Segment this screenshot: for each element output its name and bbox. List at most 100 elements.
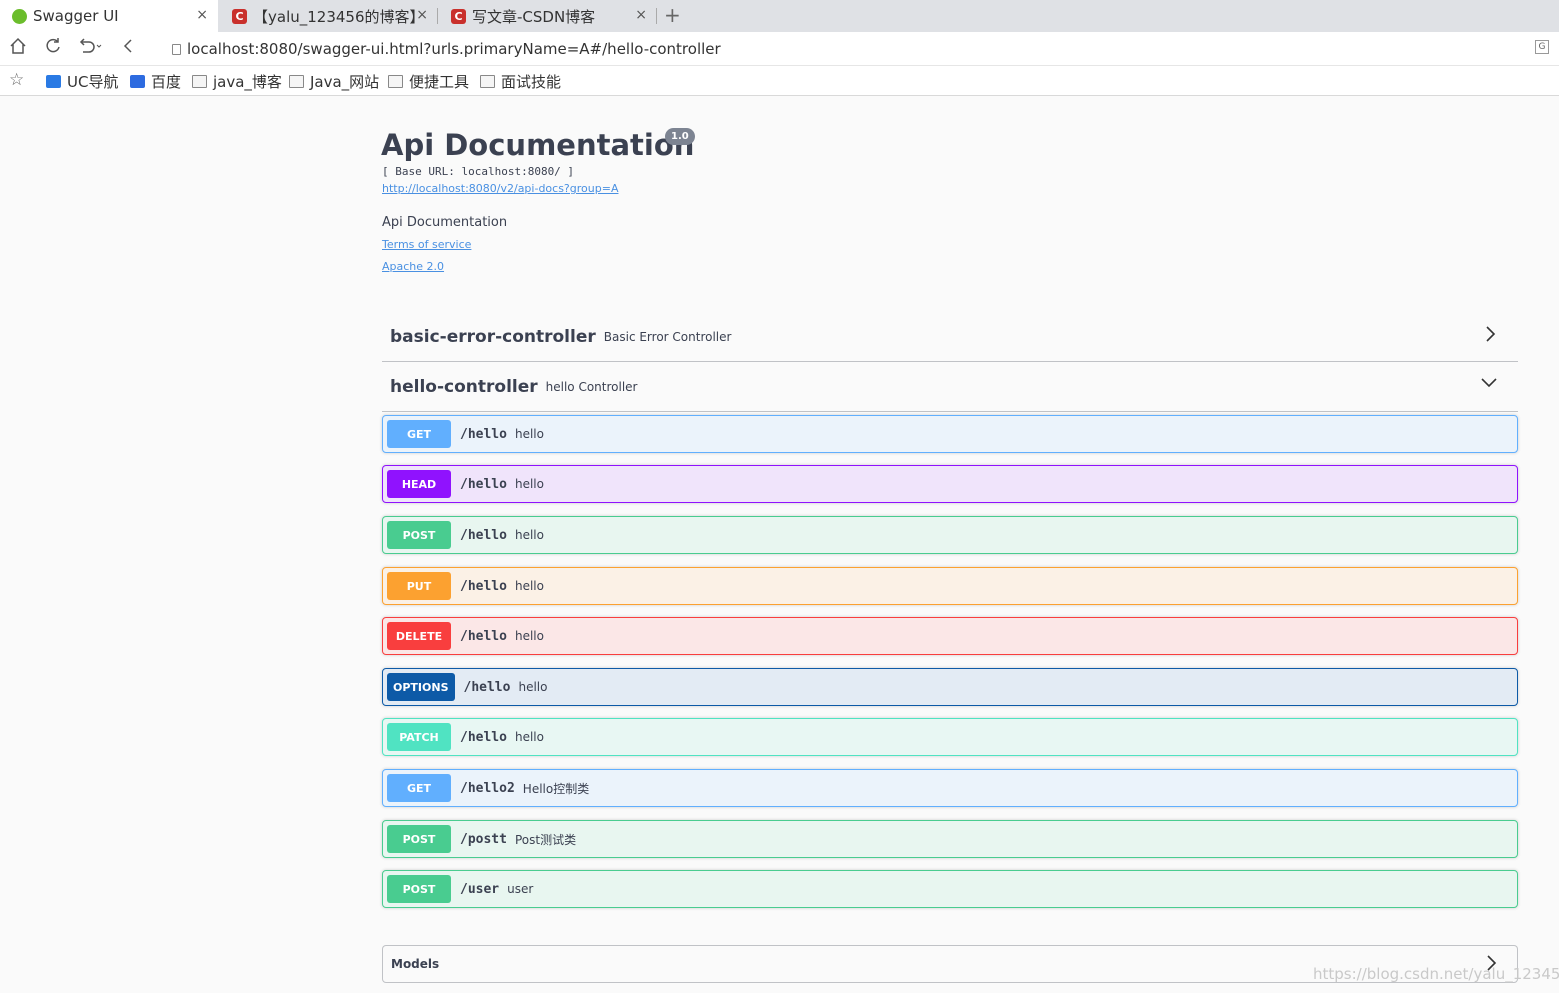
method-badge: HEAD (387, 470, 451, 498)
tab-csdn-write[interactable]: C 写文章-CSDN博客 × (439, 0, 657, 32)
method-badge: GET (387, 420, 451, 448)
uc-icon (46, 75, 61, 88)
tab-title: Swagger UI (33, 7, 119, 25)
bookmark-label: 便捷工具 (409, 73, 470, 91)
swagger-favicon-icon (12, 8, 27, 24)
bookmarks-bar: ☆ UC导航 百度 java_博客 Java_网站 便捷工具 面试技能 (0, 66, 1559, 96)
bookmark-java-site[interactable]: Java_网站 (289, 71, 379, 92)
method-badge: OPTIONS (387, 673, 455, 701)
operation-summary: hello (514, 528, 544, 542)
operation-path: /hello (463, 679, 511, 695)
bookmark-label: 面试技能 (501, 73, 562, 91)
operation-summary: hello (514, 427, 544, 441)
bookmark-baidu[interactable]: 百度 (130, 71, 181, 92)
operation-path: /hello (460, 578, 507, 594)
operation-get-hello[interactable]: GET /hello hello (382, 415, 1518, 453)
folder-icon (480, 75, 495, 88)
bookmark-interview[interactable]: 面试技能 (480, 71, 561, 92)
operation-post-user[interactable]: POST /user user (382, 870, 1518, 908)
csdn-favicon-icon: C (232, 8, 247, 24)
tag-description: hello Controller (545, 379, 638, 394)
bookmark-label: UC导航 (67, 73, 119, 91)
csdn-favicon-icon: C (451, 8, 466, 24)
operation-summary: hello (514, 579, 544, 593)
bookmark-star-icon[interactable]: ☆ (9, 70, 24, 90)
operation-path: /hello2 (460, 780, 515, 796)
operation-path: /hello (460, 476, 507, 492)
method-badge: POST (387, 825, 451, 853)
folder-icon (192, 75, 207, 88)
base-url: [ Base URL: localhost:8080/ ] (382, 165, 575, 178)
reload-icon[interactable] (44, 37, 62, 60)
tag-description: Basic Error Controller (603, 329, 732, 344)
url-field[interactable]: localhost:8080/swagger-ui.html?urls.prim… (172, 40, 721, 58)
terms-of-service-link[interactable]: Terms of service (382, 238, 471, 251)
operation-path: /hello (460, 628, 507, 644)
bookmark-uc-nav[interactable]: UC导航 (46, 71, 118, 92)
method-badge: POST (387, 875, 451, 903)
operation-put-hello[interactable]: PUT /hello hello (382, 567, 1518, 605)
method-badge: GET (387, 774, 451, 802)
translate-icon[interactable]: G (1535, 40, 1549, 54)
method-badge: PUT (387, 572, 451, 600)
bookmark-label: java_博客 (213, 73, 282, 91)
operation-head-hello[interactable]: HEAD /hello hello (382, 465, 1518, 503)
tag-hello-controller[interactable]: hello-controller hello Controller (382, 362, 1518, 412)
tab-yalu-blog[interactable]: C 【yalu_123456的博客】 × (220, 0, 438, 32)
tab-swagger-ui[interactable]: Swagger UI × (0, 0, 218, 32)
tag-name: hello-controller (390, 376, 538, 397)
undo-icon[interactable] (78, 37, 104, 60)
tab-title: 【yalu_123456的博客】 (253, 7, 425, 26)
operation-path: /postt (460, 831, 507, 847)
operation-path: /hello (460, 426, 507, 442)
method-badge: POST (387, 521, 451, 549)
bookmark-label: Java_网站 (310, 73, 380, 91)
operation-summary: hello (514, 477, 544, 491)
operation-summary: hello (514, 730, 544, 744)
url-text: localhost:8080/swagger-ui.html?urls.prim… (187, 40, 721, 58)
operation-summary: hello (518, 680, 548, 694)
baidu-icon (130, 75, 145, 88)
tab-title: 写文章-CSDN博客 (472, 7, 596, 26)
method-badge: DELETE (387, 622, 451, 650)
api-description: Api Documentation (382, 215, 508, 230)
bookmark-label: 百度 (151, 73, 182, 91)
version-badge: 1.0 (665, 128, 695, 145)
address-bar: localhost:8080/swagger-ui.html?urls.prim… (0, 32, 1559, 66)
tag-name: basic-error-controller (390, 326, 596, 347)
folder-icon (289, 75, 304, 88)
watermark: https://blog.csdn.net/yalu_123456 (1313, 965, 1559, 983)
operation-path: /hello (460, 527, 507, 543)
operation-delete-hello[interactable]: DELETE /hello hello (382, 617, 1518, 655)
home-icon[interactable] (9, 37, 27, 60)
bookmark-java-blog[interactable]: java_博客 (192, 71, 282, 92)
operation-path: /user (460, 881, 500, 897)
operation-summary: user (507, 882, 534, 896)
tag-basic-error-controller[interactable]: basic-error-controller Basic Error Contr… (382, 312, 1518, 362)
new-tab-icon[interactable]: + (664, 3, 681, 27)
operation-options-hello[interactable]: OPTIONS /hello hello (382, 668, 1518, 706)
tab-separator (437, 8, 438, 24)
close-tab-icon[interactable]: × (635, 7, 647, 23)
license-link[interactable]: Apache 2.0 (382, 260, 444, 273)
close-tab-icon[interactable]: × (416, 7, 428, 23)
operation-post-postt[interactable]: POST /postt Post测试类 (382, 820, 1518, 858)
operation-summary: Post测试类 (514, 832, 577, 847)
operation-patch-hello[interactable]: PATCH /hello hello (382, 718, 1518, 756)
back-icon[interactable] (120, 37, 138, 60)
operation-summary: hello (514, 629, 544, 643)
operation-get-hello2[interactable]: GET /hello2 Hello控制类 (382, 769, 1518, 807)
method-badge: PATCH (387, 723, 451, 751)
operation-path: /hello (460, 729, 507, 745)
chevron-down-icon[interactable] (1480, 375, 1498, 394)
page-info-icon (172, 44, 181, 55)
close-tab-icon[interactable]: × (196, 7, 208, 23)
tab-bar: Swagger UI × C 【yalu_123456的博客】 × C 写文章-… (0, 0, 1559, 32)
folder-icon (388, 75, 403, 88)
bookmark-tools[interactable]: 便捷工具 (388, 71, 469, 92)
operation-summary: Hello控制类 (522, 781, 590, 796)
tab-separator (656, 8, 657, 24)
api-docs-link[interactable]: http://localhost:8080/v2/api-docs?group=… (382, 182, 618, 195)
chevron-right-icon[interactable] (1484, 325, 1498, 347)
operation-post-hello[interactable]: POST /hello hello (382, 516, 1518, 554)
